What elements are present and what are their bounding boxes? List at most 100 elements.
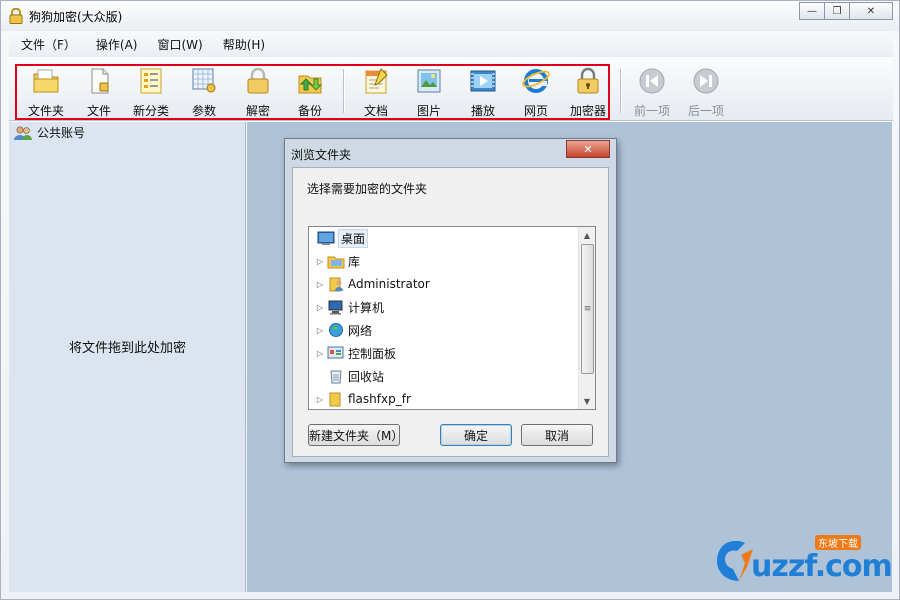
title-bar[interactable]: 狗狗加密(大众版) — ❐ ✕ — [1, 1, 899, 31]
menu-operation[interactable]: 操作(A) — [96, 36, 138, 53]
close-button[interactable]: ✕ — [849, 2, 893, 20]
toolbar-file-button[interactable]: 文件 — [74, 67, 124, 118]
folder-icon — [33, 69, 59, 93]
sidebar-item-public-account[interactable]: 公共账号 — [13, 124, 85, 141]
watermark-text: uzzf.com — [751, 549, 893, 584]
toolbar-label: 播放 — [470, 104, 495, 118]
app-window: 狗狗加密(大众版) — ❐ ✕ 文件（F） 操作(A) 窗口(W) 帮助(H) — [0, 0, 900, 600]
new-folder-button[interactable]: 新建文件夹（M） — [308, 424, 403, 446]
lock-icon — [9, 8, 23, 24]
toolbar-decrypt-button[interactable]: 解密 — [233, 67, 283, 118]
tree-scrollbar[interactable]: ▲ ≡ ▼ — [578, 227, 595, 409]
menu-window[interactable]: 窗口(W) — [157, 36, 202, 53]
expand-arrow-icon[interactable]: ▷ — [315, 303, 325, 312]
expand-arrow-icon[interactable]: ▷ — [315, 395, 325, 404]
dialog-body: 选择需要加密的文件夹 桌面 ▷ 库 ▷ Administrator ▷ 计算机 … — [292, 167, 609, 457]
restore-button[interactable]: ❐ — [824, 2, 850, 20]
toolbar-separator — [343, 69, 344, 113]
video-icon — [470, 70, 496, 92]
desktop-icon — [317, 231, 335, 245]
backup-icon — [298, 75, 323, 94]
sidebar: 公共账号 将文件拖到此处加密 — [9, 122, 246, 592]
toolbar-label: 新分类 — [132, 104, 169, 118]
scroll-down-icon[interactable]: ▼ — [579, 393, 595, 409]
toolbar-settings-button[interactable]: 参数 — [179, 67, 229, 118]
tree-item-label: 控制面板 — [348, 346, 397, 361]
menu-bar: 文件（F） 操作(A) 窗口(W) 帮助(H) — [9, 31, 893, 57]
network-icon — [329, 323, 343, 337]
toolbar-separator — [620, 69, 621, 113]
toolbar-label: 后一项 — [687, 104, 724, 118]
toolbar-label: 文档 — [363, 104, 388, 118]
category-icon — [140, 68, 162, 94]
next-icon — [693, 68, 719, 94]
toolbar-folder-button[interactable]: 文件夹 — [21, 67, 71, 118]
tree-item-control-panel[interactable]: ▷ 控制面板 — [315, 342, 396, 364]
tree-item-flashfxp-fr[interactable]: ▷ flashfxp_fr — [315, 388, 411, 409]
tree-item-label: 桌面 — [338, 228, 369, 248]
scroll-up-icon[interactable]: ▲ — [579, 227, 595, 243]
expand-arrow-icon[interactable]: ▷ — [315, 257, 325, 266]
drop-zone-hint: 将文件拖到此处加密 — [68, 341, 186, 356]
watermark-logo: 东坡下载 uzzf.com — [715, 535, 893, 585]
unlock-icon — [247, 67, 269, 94]
window-controls: — ❐ ✕ — [799, 2, 893, 20]
tree-item-label: Administrator — [348, 277, 430, 291]
toolbar-next-button[interactable]: 后一项 — [681, 67, 731, 118]
tree-item-library[interactable]: ▷ 库 — [315, 250, 360, 272]
tree-item-computer[interactable]: ▷ 计算机 — [315, 296, 384, 318]
cancel-button[interactable]: 取消 — [521, 424, 593, 446]
lock-icon — [577, 67, 599, 94]
tree-item-label: 库 — [348, 254, 361, 269]
toolbar-picture-button[interactable]: 图片 — [404, 67, 454, 118]
tree-item-recycle-bin[interactable]: 回收站 — [325, 365, 384, 387]
toolbar-label: 文件夹 — [27, 104, 64, 118]
toolbar-backup-button[interactable]: 备份 — [285, 67, 335, 118]
dialog-title: 浏览文件夹 — [291, 148, 352, 162]
settings-grid-icon — [192, 68, 216, 93]
tree-item-desktop[interactable]: 桌面 — [315, 227, 369, 249]
toolbar-encryptor-button[interactable]: 加密器 — [563, 67, 613, 118]
expand-arrow-icon[interactable]: ▷ — [315, 349, 325, 358]
close-icon: ✕ — [866, 5, 876, 17]
toolbar-label: 前一项 — [633, 104, 670, 118]
folder-icon — [329, 392, 341, 407]
control-panel-icon — [327, 346, 344, 359]
computer-icon — [328, 300, 343, 315]
toolbar-label: 加密器 — [569, 104, 606, 118]
folder-tree[interactable]: 桌面 ▷ 库 ▷ Administrator ▷ 计算机 ▷ 网络 ▷ 控制面板… — [308, 226, 596, 410]
toolbar-label: 解密 — [245, 104, 270, 118]
library-icon — [327, 256, 345, 269]
tree-item-label: 计算机 — [348, 300, 385, 315]
scrollbar-thumb[interactable]: ≡ — [581, 244, 594, 374]
watermark-badge: 东坡下载 — [815, 535, 861, 550]
toolbar-play-button[interactable]: 播放 — [458, 67, 508, 118]
toolbar-previous-button[interactable]: 前一项 — [627, 67, 677, 118]
restore-icon: ❐ — [832, 5, 842, 17]
minimize-button[interactable]: — — [799, 2, 825, 20]
expand-arrow-icon[interactable]: ▷ — [315, 326, 325, 335]
toolbar-label: 图片 — [416, 104, 441, 118]
toolbar-webpage-button[interactable]: 网页 — [511, 67, 561, 118]
tree-item-label: flashfxp_fr — [348, 392, 411, 406]
toolbar-label: 参数 — [191, 104, 216, 118]
tree-item-label: 网络 — [348, 323, 373, 338]
toolbar-label: 备份 — [297, 104, 322, 118]
toolbar-label: 网页 — [523, 104, 548, 118]
dialog-close-button[interactable]: ✕ — [566, 140, 610, 158]
recycle-bin-icon — [330, 370, 342, 384]
ok-button[interactable]: 确定 — [440, 424, 512, 446]
picture-icon — [417, 69, 441, 93]
toolbar-document-button[interactable]: 文档 — [351, 67, 401, 118]
toolbar-new-category-button[interactable]: 新分类 — [126, 67, 176, 118]
users-icon — [14, 125, 32, 140]
ie-icon — [522, 69, 550, 93]
window-title: 狗狗加密(大众版) — [29, 10, 123, 24]
menu-file[interactable]: 文件（F） — [21, 36, 76, 53]
toolbar-label: 文件 — [86, 104, 111, 118]
tree-item-administrator[interactable]: ▷ Administrator — [315, 273, 430, 295]
tree-item-network[interactable]: ▷ 网络 — [315, 319, 372, 341]
menu-help[interactable]: 帮助(H) — [223, 36, 265, 53]
expand-arrow-icon[interactable]: ▷ — [315, 280, 325, 289]
toolbar: 文件夹 文件 新分类 参数 解密 备份 文档 图片 播放 网页 加密器 前一项 … — [9, 57, 893, 121]
